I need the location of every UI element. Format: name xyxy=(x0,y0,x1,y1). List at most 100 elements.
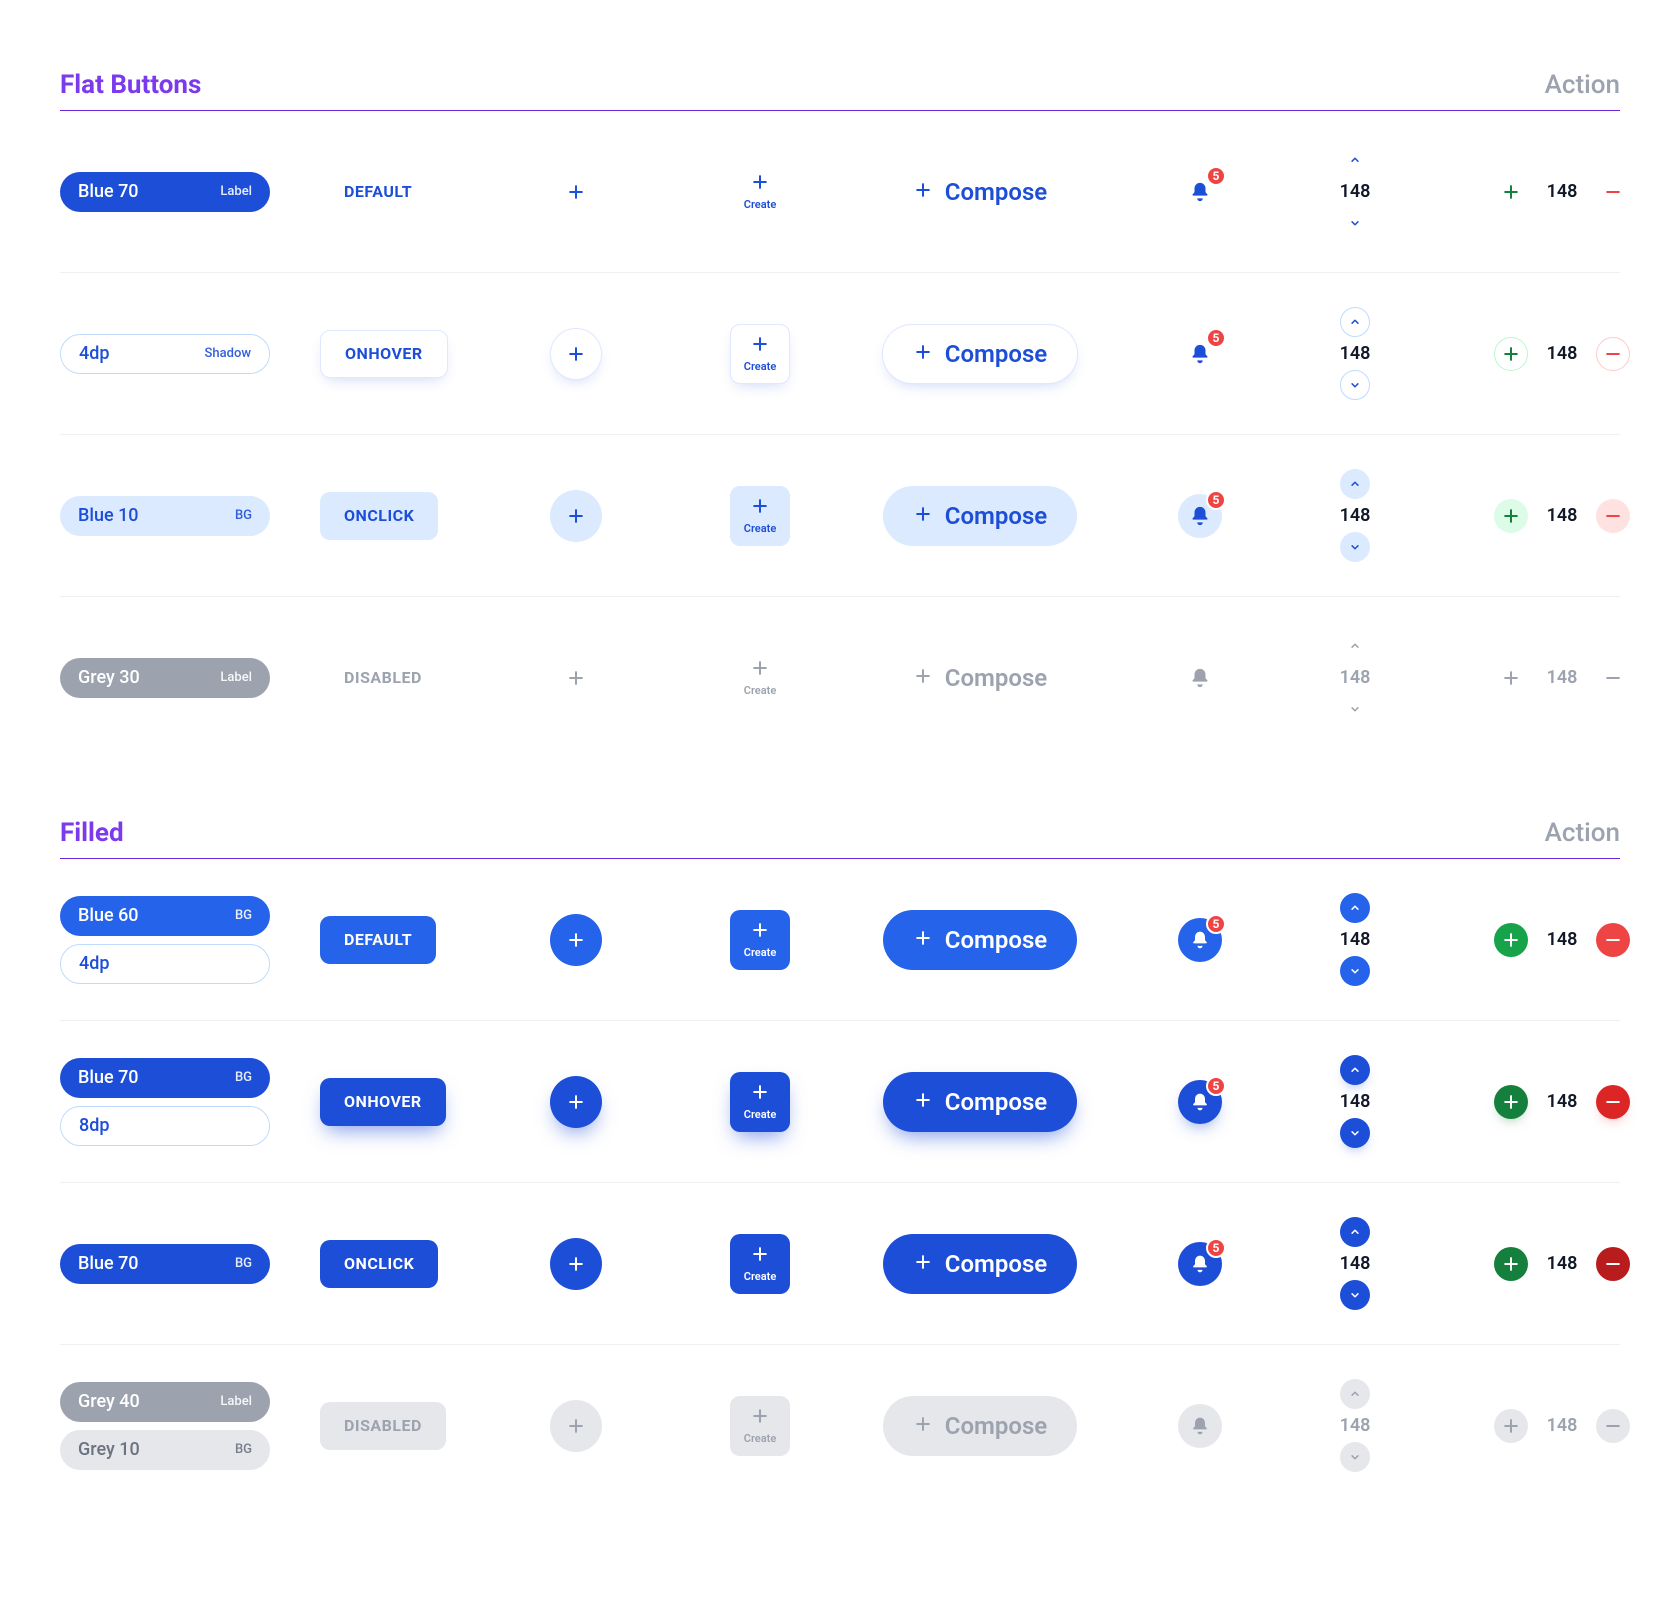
stepper-value: 148 xyxy=(1542,667,1582,688)
stepper-plus[interactable] xyxy=(1494,923,1528,957)
stepper-down[interactable] xyxy=(1340,956,1370,986)
notification-button[interactable]: 5 xyxy=(1178,494,1222,538)
stepper-horizontal: 148 xyxy=(1450,1085,1630,1119)
plus-icon xyxy=(1501,182,1521,202)
chip-text: 4dp xyxy=(79,343,110,364)
icon-button-plus[interactable] xyxy=(550,1076,602,1128)
stepper-plus[interactable] xyxy=(1494,175,1528,209)
compose-label: Compose xyxy=(945,1250,1047,1278)
compose-button[interactable]: Compose xyxy=(882,324,1078,384)
stepper-horizontal: 148 xyxy=(1450,1409,1630,1443)
stepper-up[interactable] xyxy=(1340,1055,1370,1085)
state-button[interactable]: ONCLICK xyxy=(320,492,438,540)
compose-button[interactable]: Compose xyxy=(883,1072,1077,1132)
chip: 4dp xyxy=(60,944,270,984)
create-button[interactable]: Create xyxy=(730,1072,790,1132)
stepper-plus[interactable] xyxy=(1494,1247,1528,1281)
stepper-vertical: 148 xyxy=(1290,145,1420,238)
stepper-up[interactable] xyxy=(1340,893,1370,923)
create-button[interactable]: Create xyxy=(730,1234,790,1294)
state-button[interactable]: ONHOVER xyxy=(320,1078,446,1126)
bell-icon xyxy=(1190,1092,1210,1112)
stepper-down[interactable] xyxy=(1340,532,1370,562)
create-button[interactable]: Create xyxy=(730,162,790,222)
create-label: Create xyxy=(744,1270,777,1283)
section-title: Flat Buttons xyxy=(60,70,201,100)
plus-icon xyxy=(913,928,933,948)
stepper-value: 148 xyxy=(1340,181,1371,202)
chip: Blue 60 BG xyxy=(60,896,270,936)
chevron-down-icon xyxy=(1348,1288,1362,1302)
row-flat-onclick: Blue 10 BG ONCLICK Create Compose 5 148 … xyxy=(60,435,1620,597)
stepper-up[interactable] xyxy=(1340,1217,1370,1247)
stepper-plus[interactable] xyxy=(1494,1085,1528,1119)
stepper-down[interactable] xyxy=(1340,370,1370,400)
chip-text: Blue 60 xyxy=(78,905,139,926)
chevron-up-icon xyxy=(1348,1225,1362,1239)
notification-button[interactable]: 5 xyxy=(1178,1242,1222,1286)
state-button[interactable]: ONHOVER xyxy=(320,330,448,378)
icon-button-plus xyxy=(550,1400,602,1452)
compose-button[interactable]: Compose xyxy=(883,486,1077,546)
icon-button-plus[interactable] xyxy=(550,166,602,218)
chip-text: 4dp xyxy=(79,953,110,974)
stepper-value: 148 xyxy=(1542,1415,1582,1436)
notification-button[interactable]: 5 xyxy=(1178,332,1222,376)
stepper-minus[interactable] xyxy=(1596,1085,1630,1119)
create-button[interactable]: Create xyxy=(730,486,790,546)
stepper-minus xyxy=(1596,661,1630,695)
create-button[interactable]: Create xyxy=(730,910,790,970)
stepper-plus[interactable] xyxy=(1494,337,1528,371)
notification-button[interactable]: 5 xyxy=(1178,918,1222,962)
chips: Blue 70 BG xyxy=(60,1244,290,1284)
create-button[interactable]: Create xyxy=(730,324,790,384)
state-button[interactable]: DEFAULT xyxy=(320,168,436,216)
stepper-minus[interactable] xyxy=(1596,923,1630,957)
create-label: Create xyxy=(744,684,777,697)
stepper-down[interactable] xyxy=(1340,1118,1370,1148)
stepper-up[interactable] xyxy=(1340,469,1370,499)
stepper-up[interactable] xyxy=(1340,307,1370,337)
plus-icon xyxy=(913,342,933,362)
chevron-down-icon xyxy=(1348,1126,1362,1140)
plus-icon xyxy=(1501,1092,1521,1112)
chevron-up-icon xyxy=(1348,315,1362,329)
chip: Blue 70 BG xyxy=(60,1058,270,1098)
stepper-minus[interactable] xyxy=(1596,175,1630,209)
notification-badge: 5 xyxy=(1206,166,1226,186)
stepper-down[interactable] xyxy=(1340,208,1370,238)
bell-icon xyxy=(1190,1254,1210,1274)
state-button[interactable]: DEFAULT xyxy=(320,916,436,964)
chip-tag: BG xyxy=(235,508,252,523)
chips: Grey 30 Label xyxy=(60,658,290,698)
stepper-plus xyxy=(1494,1409,1528,1443)
stepper-down[interactable] xyxy=(1340,1280,1370,1310)
chip-tag: BG xyxy=(235,1070,252,1085)
icon-button-plus[interactable] xyxy=(550,490,602,542)
stepper-minus[interactable] xyxy=(1596,499,1630,533)
stepper-value: 148 xyxy=(1340,1415,1371,1436)
icon-button-plus[interactable] xyxy=(550,328,602,380)
stepper-minus[interactable] xyxy=(1596,1247,1630,1281)
compose-button[interactable]: Compose xyxy=(883,910,1077,970)
stepper-down xyxy=(1340,694,1370,724)
stepper-plus[interactable] xyxy=(1494,499,1528,533)
compose-button: Compose xyxy=(883,1396,1077,1456)
compose-button[interactable]: Compose xyxy=(883,162,1077,222)
compose-button[interactable]: Compose xyxy=(883,1234,1077,1294)
notification-button[interactable]: 5 xyxy=(1178,1080,1222,1124)
plus-icon xyxy=(750,1406,770,1426)
stepper-minus[interactable] xyxy=(1596,337,1630,371)
stepper-up[interactable] xyxy=(1340,145,1370,175)
notification-button[interactable]: 5 xyxy=(1178,170,1222,214)
chip: Blue 70 BG xyxy=(60,1244,270,1284)
bell-icon xyxy=(1189,505,1211,527)
stepper-vertical: 148 xyxy=(1290,631,1420,724)
icon-button-plus[interactable] xyxy=(550,1238,602,1290)
state-button[interactable]: ONCLICK xyxy=(320,1240,438,1288)
minus-icon xyxy=(1603,930,1623,950)
row-flat-disabled: Grey 30 Label DISABLED Create Compose 14… xyxy=(60,597,1620,758)
section-header-flat: Flat Buttons Action xyxy=(60,70,1620,111)
icon-button-plus[interactable] xyxy=(550,914,602,966)
plus-icon xyxy=(566,344,586,364)
